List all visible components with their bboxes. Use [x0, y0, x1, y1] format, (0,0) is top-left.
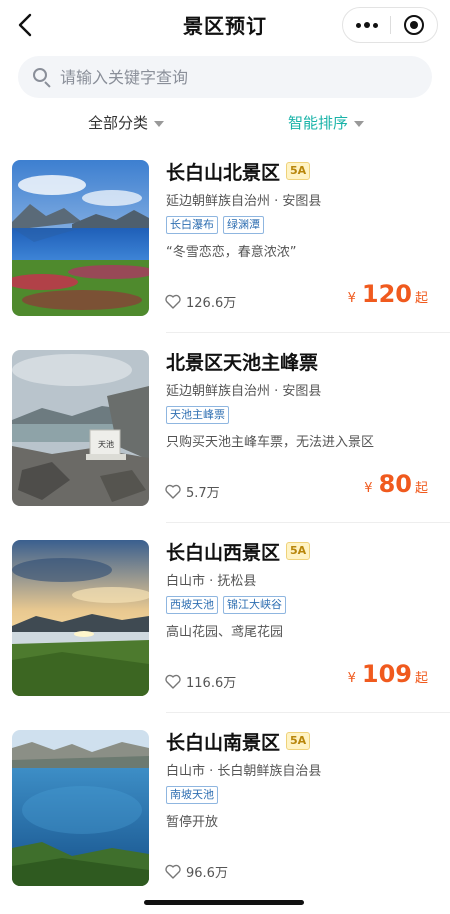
scenic-description: “冬雪恋恋，春意浓浓”	[166, 245, 297, 260]
search-input[interactable]	[60, 67, 400, 87]
scenic-location: 延边朝鲜族自治州 · 安图县	[166, 384, 322, 399]
list-item[interactable]: 天池 北景区天池主峰票 延边朝鲜族自治州 · 安图县 天池主峰票 只购买天池主峰…	[0, 342, 450, 532]
feature-tag: 锦江大峡谷	[223, 596, 286, 614]
rating-badge: 5A	[286, 162, 311, 180]
scenic-name: 北景区天池主峰票	[166, 351, 319, 374]
scenic-location: 白山市 · 长白朝鲜族自治县	[166, 764, 322, 779]
chevron-down-icon	[154, 120, 165, 127]
item-info: 长白山南景区 5A 白山市 · 长白朝鲜族自治县 南坡天池 暂停开放	[166, 728, 438, 830]
tag-list: 西坡天池 锦江大峡谷	[166, 596, 438, 614]
scenic-location: 白山市 · 抚松县	[166, 574, 257, 589]
home-indicator	[144, 900, 304, 905]
price-suffix: 起	[414, 481, 428, 496]
scenic-description: 只购买天池主峰车票，无法进入景区	[166, 435, 375, 450]
scenic-photo	[12, 160, 149, 316]
search-icon	[32, 67, 52, 88]
price-suffix: 起	[414, 291, 428, 306]
heart-icon	[165, 864, 181, 879]
list-item[interactable]: 长白山西景区 5A 白山市 · 抚松县 西坡天池 锦江大峡谷 高山花园、鸢尾花园…	[0, 532, 450, 722]
nav-bar: 景区预订	[0, 0, 450, 50]
svg-text:天池: 天池	[98, 439, 114, 449]
favorite-count[interactable]: 5.7万	[165, 482, 220, 501]
divider	[166, 332, 450, 333]
scenic-name: 长白山北景区	[166, 161, 281, 184]
filter-bar: 全部分类 智能排序	[0, 108, 450, 140]
divider	[166, 712, 450, 713]
feature-tag: 绿渊潭	[223, 216, 264, 234]
rating-badge: 5A	[286, 542, 311, 560]
price-value: 109	[361, 660, 412, 688]
mini-program-capsule	[342, 7, 438, 43]
scenic-photo: 天池	[12, 350, 149, 506]
scenic-description: 高山花园、鸢尾花园	[166, 625, 284, 640]
favorite-count-label: 116.6万	[186, 676, 237, 691]
favorite-count-label: 126.6万	[186, 296, 237, 311]
scenic-name: 长白山西景区	[166, 541, 281, 564]
price: ¥ 120 起	[348, 280, 428, 308]
more-dots-icon[interactable]	[343, 7, 390, 43]
favorite-count-label: 96.6万	[186, 866, 228, 881]
currency-symbol: ¥	[364, 481, 373, 496]
price-suffix: 起	[414, 671, 428, 686]
list-item[interactable]: 长白山北景区 5A 延边朝鲜族自治州 · 安图县 长白瀑布 绿渊潭 “冬雪恋恋，…	[0, 152, 450, 342]
feature-tag: 天池主峰票	[166, 406, 229, 424]
price: ¥ 109 起	[348, 660, 428, 688]
feature-tag: 西坡天池	[166, 596, 218, 614]
price-value: 80	[378, 470, 412, 498]
price: ¥ 80 起	[364, 470, 428, 498]
item-info: 长白山北景区 5A 延边朝鲜族自治州 · 安图县 长白瀑布 绿渊潭 “冬雪恋恋，…	[166, 158, 438, 260]
chevron-down-icon	[354, 120, 365, 127]
scenic-location: 延边朝鲜族自治州 · 安图县	[166, 194, 322, 209]
feature-tag: 长白瀑布	[166, 216, 218, 234]
tag-list: 天池主峰票	[166, 406, 438, 424]
item-info: 长白山西景区 5A 白山市 · 抚松县 西坡天池 锦江大峡谷 高山花园、鸢尾花园	[166, 538, 438, 640]
rating-badge: 5A	[286, 732, 311, 750]
tag-list: 长白瀑布 绿渊潭	[166, 216, 438, 234]
favorite-count[interactable]: 96.6万	[165, 862, 228, 881]
scenic-photo	[12, 730, 149, 886]
scenic-photo	[12, 540, 149, 696]
sort-filter[interactable]: 智能排序	[288, 112, 365, 133]
heart-icon	[165, 294, 181, 309]
category-filter[interactable]: 全部分类	[88, 112, 165, 133]
heart-icon	[165, 484, 181, 499]
feature-tag: 南坡天池	[166, 786, 218, 804]
divider	[166, 522, 450, 523]
sort-filter-label: 智能排序	[288, 114, 349, 132]
category-filter-label: 全部分类	[88, 114, 149, 132]
favorite-count[interactable]: 126.6万	[165, 292, 236, 311]
item-info: 北景区天池主峰票 延边朝鲜族自治州 · 安图县 天池主峰票 只购买天池主峰车票，…	[166, 348, 438, 450]
list-item[interactable]: 长白山南景区 5A 白山市 · 长白朝鲜族自治县 南坡天池 暂停开放 96.6万	[0, 722, 450, 912]
currency-symbol: ¥	[347, 291, 356, 306]
search-bar[interactable]	[18, 56, 432, 98]
price-value: 120	[361, 280, 412, 308]
heart-icon	[165, 674, 181, 689]
favorite-count-label: 5.7万	[186, 486, 220, 501]
currency-symbol: ¥	[347, 671, 356, 686]
tag-list: 南坡天池	[166, 786, 438, 804]
scenic-name: 长白山南景区	[166, 731, 281, 754]
favorite-count[interactable]: 116.6万	[165, 672, 236, 691]
close-target-icon[interactable]	[391, 7, 437, 43]
scenic-description: 暂停开放	[166, 815, 219, 830]
